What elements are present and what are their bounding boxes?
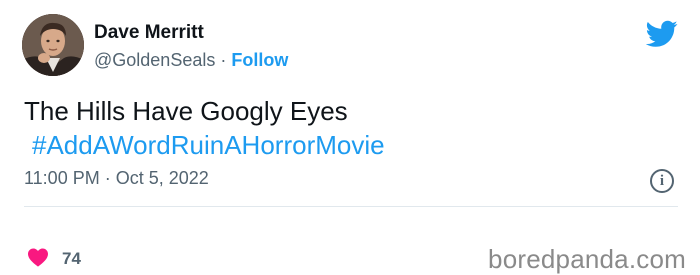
- twitter-bird-icon[interactable]: [646, 20, 678, 48]
- author-handle-row: @GoldenSeals · Follow: [94, 50, 288, 71]
- tweet-text: The Hills Have Googly Eyes: [24, 96, 348, 126]
- tweet-body: The Hills Have Googly Eyes #AddAWordRuin…: [24, 94, 385, 162]
- hashtag-link[interactable]: #AddAWordRuinAHorrorMovie: [24, 130, 385, 160]
- tweet-time: 11:00 PM: [24, 168, 100, 188]
- source-watermark: boredpanda.com: [488, 244, 686, 274]
- like-count: 74: [62, 249, 81, 268]
- heart-icon[interactable]: [27, 247, 49, 267]
- author-handle[interactable]: @GoldenSeals: [94, 50, 215, 70]
- tweet-date: Oct 5, 2022: [115, 168, 209, 188]
- tweet-card: Dave Merritt @GoldenSeals · Follow The Hil…: [0, 0, 700, 274]
- handle-separator: ·: [220, 50, 227, 70]
- follow-button[interactable]: Follow: [231, 50, 288, 70]
- avatar[interactable]: [22, 14, 84, 76]
- timestamp[interactable]: 11:00 PM · Oct 5, 2022: [24, 168, 209, 189]
- info-icon[interactable]: i: [650, 169, 674, 193]
- author-name[interactable]: Dave Merritt: [94, 22, 204, 44]
- divider: [24, 206, 678, 207]
- timestamp-separator: ·: [104, 168, 111, 188]
- avatar-photo-icon: [22, 14, 84, 76]
